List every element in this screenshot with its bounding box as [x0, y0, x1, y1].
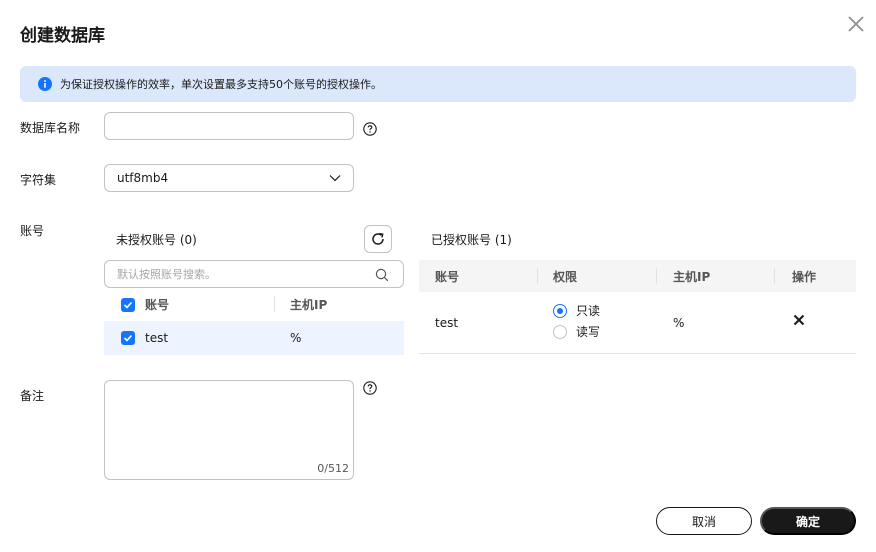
row-account: test	[145, 331, 169, 345]
refresh-icon	[372, 232, 384, 245]
column-divider	[274, 296, 275, 312]
row-account: test	[435, 316, 459, 330]
cancel-button[interactable]: 取消	[656, 507, 752, 535]
table-header: 账号 权限 主机IP 操作	[419, 260, 856, 292]
char-counter: 0/512	[317, 462, 349, 475]
row-host: %	[673, 316, 685, 330]
refresh-button[interactable]	[364, 225, 392, 253]
help-icon[interactable]	[363, 122, 377, 136]
db-name-input[interactable]	[104, 112, 354, 140]
column-header-account: 账号	[145, 298, 170, 312]
column-header-host: 主机IP	[673, 269, 711, 284]
help-icon[interactable]	[363, 381, 377, 395]
row-host: %	[290, 331, 302, 345]
charset-select[interactable]: utf8mb4	[104, 164, 354, 192]
radio-readwrite[interactable]: 读写	[553, 323, 600, 340]
row-checkbox[interactable]	[121, 331, 135, 345]
radio-readonly[interactable]: 只读	[553, 302, 600, 319]
chevron-down-icon	[329, 175, 341, 182]
unauthorized-title: 未授权账号 (0)	[116, 233, 197, 247]
info-notice: 为保证授权操作的效率，单次设置最多支持50个账号的授权操作。	[20, 66, 856, 102]
remark-label: 备注	[20, 389, 45, 403]
charset-value: utf8mb4	[117, 171, 169, 185]
column-header-permission: 权限	[553, 269, 578, 284]
account-search-input[interactable]: 默认按照账号搜索。	[104, 260, 404, 288]
remove-icon[interactable]	[793, 314, 805, 326]
check-icon	[123, 301, 133, 309]
authorized-title: 已授权账号 (1)	[431, 233, 512, 247]
authorized-table: 账号 权限 主机IP 操作 test 只读 读写 %	[419, 260, 856, 354]
column-divider	[656, 268, 657, 284]
unauthorized-table: 账号 主机IP test %	[104, 288, 404, 355]
column-divider	[537, 268, 538, 284]
table-row[interactable]: test %	[104, 321, 404, 355]
info-icon	[38, 77, 52, 91]
radio-indicator	[553, 324, 567, 339]
radio-indicator	[553, 303, 567, 318]
dialog-title: 创建数据库	[20, 26, 105, 46]
column-divider	[774, 268, 775, 284]
select-all-checkbox[interactable]	[121, 297, 135, 312]
table-row: test 只读 读写 %	[419, 292, 856, 354]
table-header: 账号 主机IP	[104, 288, 404, 321]
search-placeholder: 默认按照账号搜索。	[117, 268, 216, 281]
charset-label: 字符集	[20, 173, 57, 187]
radio-label: 只读	[576, 304, 601, 318]
radio-label: 读写	[576, 325, 601, 339]
confirm-button[interactable]: 确定	[760, 507, 856, 535]
column-header-action: 操作	[792, 269, 817, 284]
account-label: 账号	[20, 224, 45, 238]
column-header-host: 主机IP	[290, 298, 328, 312]
close-icon[interactable]	[846, 14, 866, 34]
column-header-account: 账号	[435, 269, 460, 284]
remark-textarea[interactable]: 0/512	[104, 380, 354, 480]
db-name-label: 数据库名称	[20, 121, 81, 135]
notice-text: 为保证授权操作的效率，单次设置最多支持50个账号的授权操作。	[60, 78, 382, 91]
check-icon	[123, 334, 133, 342]
search-icon[interactable]	[375, 268, 389, 282]
